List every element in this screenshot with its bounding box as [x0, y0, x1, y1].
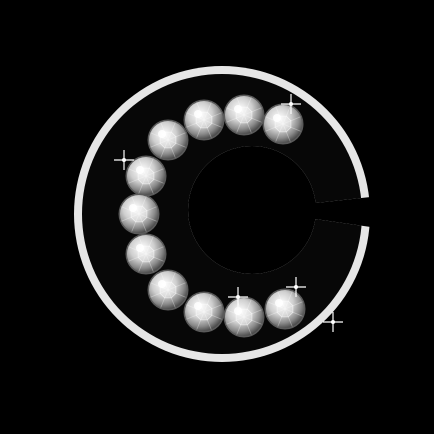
- diamond-gem: [223, 94, 265, 136]
- diamond-letter-c-artwork: [0, 0, 434, 434]
- diamond-gem: [262, 103, 304, 145]
- diamond-gem: [125, 155, 167, 197]
- diamond-gem: [183, 291, 225, 333]
- diamond-gem: [118, 193, 160, 235]
- diamond-gem: [147, 119, 189, 161]
- diamond-gem: [264, 288, 306, 330]
- diamond-gem: [183, 99, 225, 141]
- diamond-letter-c-graphic: [0, 0, 434, 434]
- diamond-gem: [125, 233, 167, 275]
- diamond-gem: [147, 269, 189, 311]
- diamond-gem: [223, 296, 265, 338]
